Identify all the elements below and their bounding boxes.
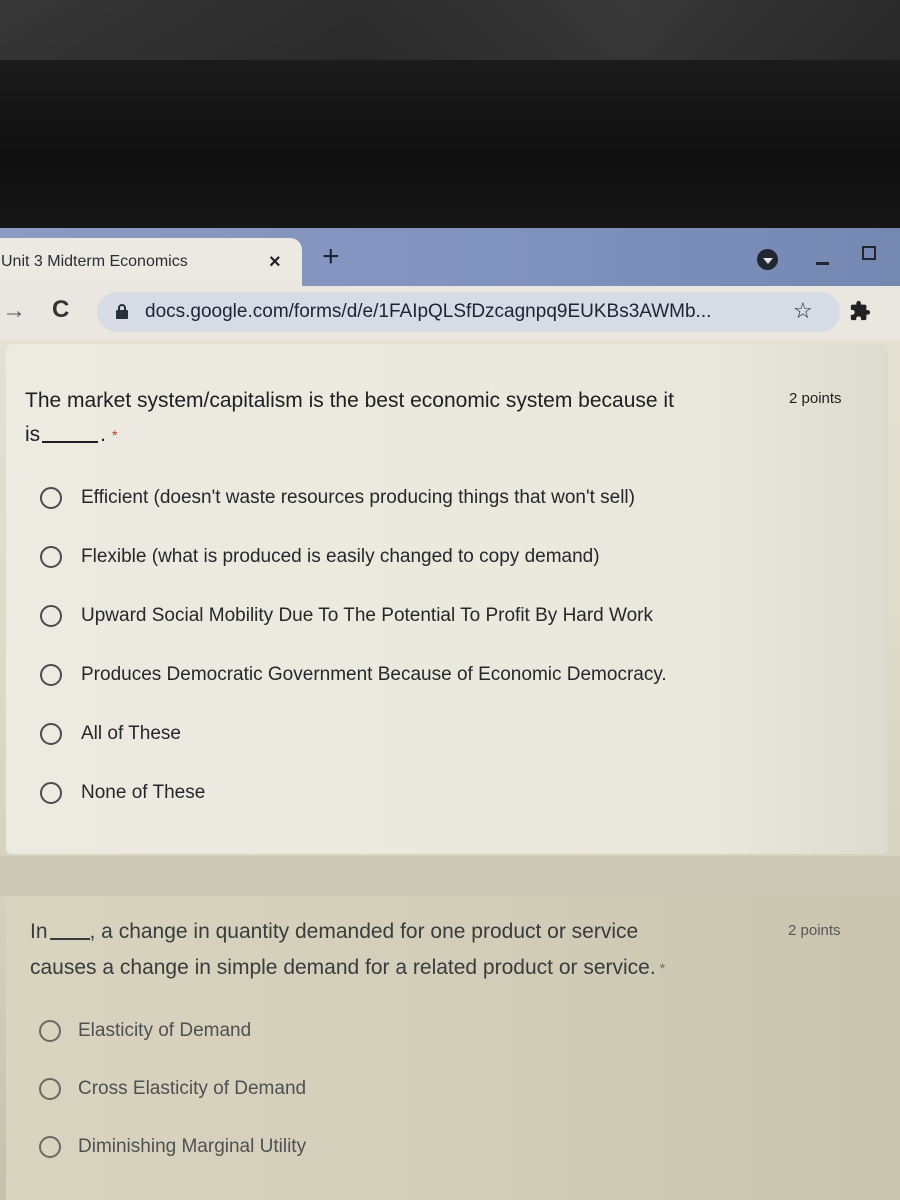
new-tab-icon[interactable]: + [322, 242, 340, 272]
bookmark-star-icon[interactable]: ☆ [793, 298, 813, 324]
browser-toolbar: → C docs.google.com/forms/d/e/1FAIpQLSfD… [0, 286, 900, 340]
radio-button[interactable] [39, 1078, 61, 1100]
option-all-of-these[interactable]: All of These [40, 723, 181, 745]
option-label: All of These [81, 723, 181, 744]
screen-bezel [0, 0, 900, 228]
option-label: Diminishing Marginal Utility [78, 1136, 307, 1157]
option-label: Upward Social Mobility Due To The Potent… [81, 605, 654, 626]
address-bar[interactable]: docs.google.com/forms/d/e/1FAIpQLSfDzcag… [97, 292, 840, 332]
reload-icon[interactable]: C [52, 296, 69, 324]
fill-blank [49, 938, 90, 940]
tab-close-icon[interactable]: × [269, 251, 281, 274]
option-flexible[interactable]: Flexible (what is produced is easily cha… [40, 546, 600, 568]
points-label: 2 points [788, 922, 841, 939]
maximize-icon[interactable] [862, 246, 876, 260]
option-label: Efficient (doesn't waste resources produ… [81, 487, 635, 508]
points-label: 2 points [789, 390, 842, 407]
question-1-text: The market system/capitalism is the best… [25, 389, 674, 412]
radio-button[interactable] [39, 1136, 61, 1158]
radio-button[interactable] [39, 1020, 61, 1042]
required-asterisk: * [112, 427, 118, 443]
tab-strip: Unit 3 Midterm Economics × + [0, 228, 900, 286]
extensions-puzzle-icon[interactable] [849, 300, 871, 322]
option-democratic-government[interactable]: Produces Democratic Government Because o… [40, 664, 667, 686]
option-upward-mobility[interactable]: Upward Social Mobility Due To The Potent… [40, 605, 653, 627]
tab-title: Unit 3 Midterm Economics [1, 253, 188, 270]
radio-button[interactable] [40, 723, 62, 745]
radio-button[interactable] [40, 487, 62, 509]
radio-button[interactable] [40, 546, 62, 568]
question-1-period: . [100, 423, 107, 446]
option-label: Cross Elasticity of Demand [78, 1078, 307, 1099]
option-none-of-these[interactable]: None of These [40, 782, 205, 804]
radio-button[interactable] [40, 605, 62, 627]
option-elasticity-of-demand[interactable]: Elasticity of Demand [39, 1020, 251, 1042]
question-2-title: In , a change in quantity demanded for on… [30, 914, 770, 986]
option-label: Elasticity of Demand [78, 1020, 252, 1041]
option-label: Produces Democratic Government Because o… [81, 664, 667, 685]
question-1-text-cont: is [25, 423, 41, 446]
option-label: Flexible (what is produced is easily cha… [81, 546, 600, 567]
option-cross-elasticity[interactable]: Cross Elasticity of Demand [39, 1078, 306, 1100]
url-text[interactable]: docs.google.com/forms/d/e/1FAIpQLSfDzcag… [145, 301, 711, 323]
required-asterisk: * [659, 960, 666, 976]
card-separator [0, 856, 900, 896]
tab-search-icon[interactable] [757, 249, 778, 270]
question-2-text-start: In [30, 920, 48, 943]
radio-button[interactable] [40, 664, 62, 686]
question-2-text: , a change in quantity demanded for one … [89, 920, 639, 943]
option-label: None of These [81, 782, 206, 803]
question-card-1: The market system/capitalism is the best… [6, 344, 888, 854]
option-efficient[interactable]: Efficient (doesn't waste resources produ… [40, 487, 635, 509]
bezel-highlight [0, 0, 900, 60]
question-1-title: The market system/capitalism is the best… [25, 384, 775, 452]
minimize-icon[interactable] [816, 262, 829, 265]
question-2-text-cont: causes a change in simple demand for a r… [30, 956, 656, 979]
lock-icon [116, 304, 128, 319]
fill-blank [42, 441, 99, 443]
radio-button[interactable] [40, 782, 62, 804]
form-page: The market system/capitalism is the best… [0, 340, 900, 1200]
option-diminishing-marginal-utility[interactable]: Diminishing Marginal Utility [39, 1136, 306, 1158]
question-card-2: In , a change in quantity demanded for on… [6, 896, 900, 1200]
browser-tab[interactable]: Unit 3 Midterm Economics × [0, 238, 302, 286]
forward-icon[interactable]: → [2, 297, 26, 325]
